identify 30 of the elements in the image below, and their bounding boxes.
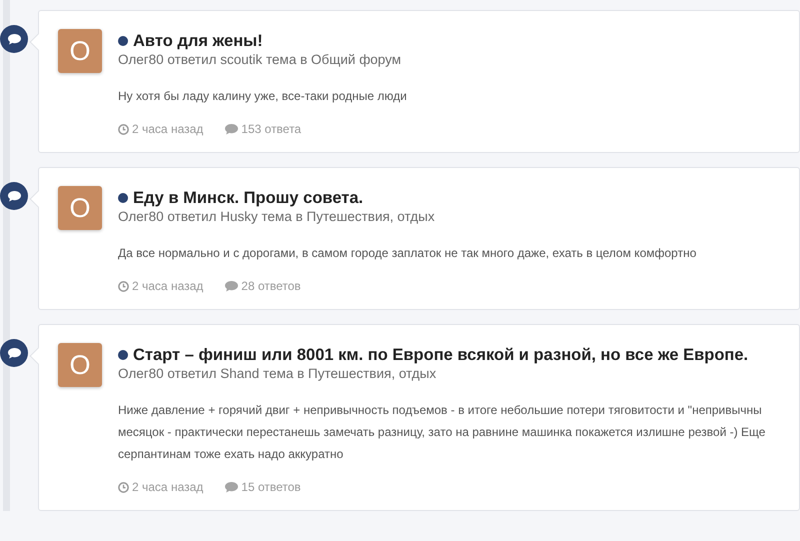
clock-icon: [118, 280, 129, 292]
speech-bubble-icon: [8, 348, 20, 358]
avatar: O: [58, 29, 102, 73]
post-excerpt: Да все нормально и с дорогами, в самом городе заплаток не так много даже, ехать в целом комфортно: [118, 245, 698, 262]
post-time: 2 часа назад: [132, 121, 204, 138]
post-excerpt: Ниже давление + горячий двиг + непривычность подъемов - в итоге небольшие потери тяговитости и "непривычны месяцок - практически перестанешь замечать разницу, зато на равнине машинка покажется излишне резвой -) Еще серпантинам тоже ехать надо аккуратно: [118, 402, 766, 463]
reply-count: 153 ответа: [241, 121, 302, 138]
topic-title-link[interactable]: Старт – финиш или 8001 км. по Европе всякой и разной, но все же Европе.: [133, 346, 748, 364]
reply-count: 15 ответов: [241, 479, 301, 496]
speech-bubble-icon: [8, 190, 20, 202]
avatar: O: [58, 186, 102, 230]
speech-bubble-icon: [8, 34, 20, 44]
avatar: O: [58, 343, 102, 387]
topic-title-link[interactable]: Авто для жены!: [133, 32, 263, 50]
activity-meta: Олег80 ответил Husky тема в Путешествия, отдых: [118, 208, 436, 226]
post-excerpt: Ну хотя бы ладу калину уже, все-таки родные люди: [118, 88, 408, 105]
activity-meta: Олег80 ответил Shand тема в Путешествия, отдых: [118, 365, 438, 383]
clock-icon: [118, 482, 129, 492]
post-time: 2 часа назад: [132, 278, 204, 295]
topic-title-link[interactable]: Еду в Минск. Прошу совета.: [133, 189, 364, 207]
unread-dot: [118, 36, 128, 46]
clock-icon: [118, 124, 129, 134]
post-time: 2 часа назад: [132, 479, 204, 496]
speech-bubble-icon: [225, 482, 238, 492]
speech-bubble-icon: [225, 280, 238, 292]
unread-dot: [118, 350, 128, 360]
activity-meta: Олег80 ответил scoutik тема в Общий форум: [118, 51, 402, 69]
reply-count: 28 ответов: [241, 278, 301, 295]
speech-bubble-icon: [225, 124, 238, 134]
unread-dot: [118, 193, 128, 203]
